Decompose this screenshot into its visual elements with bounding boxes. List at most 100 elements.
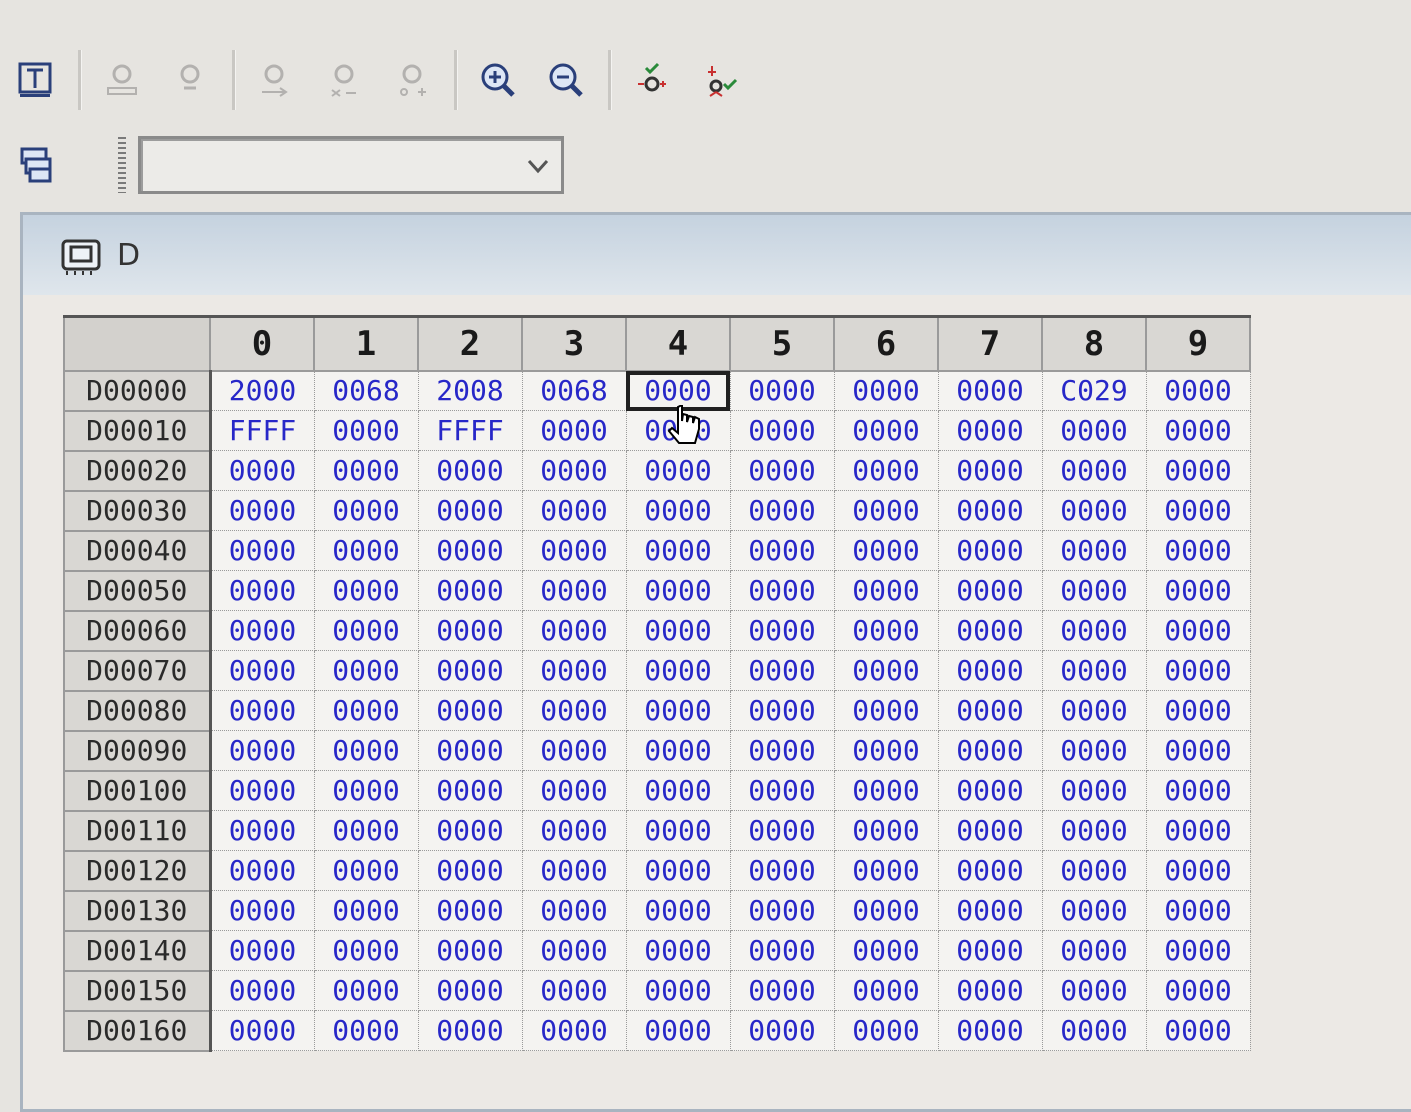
register-value-cell[interactable]: 0000 — [521, 610, 627, 651]
register-value-cell[interactable]: 0000 — [1145, 450, 1251, 491]
register-value-cell[interactable]: 0000 — [937, 730, 1043, 771]
register-value-cell[interactable]: 0000 — [833, 410, 939, 451]
register-value-cell[interactable]: 0000 — [521, 970, 627, 1011]
register-value-cell[interactable]: 0000 — [625, 1010, 731, 1051]
register-value-cell[interactable]: 0000 — [937, 490, 1043, 531]
register-value-cell[interactable]: 0000 — [833, 530, 939, 571]
register-value-cell[interactable]: 0000 — [833, 370, 939, 411]
register-value-cell[interactable]: 0000 — [521, 570, 627, 611]
register-value-cell[interactable]: 0000 — [1145, 1010, 1251, 1051]
register-value-cell[interactable]: 2008 — [417, 370, 523, 411]
register-value-cell[interactable]: 0000 — [1145, 410, 1251, 451]
register-value-cell[interactable]: 0000 — [417, 1010, 523, 1051]
register-value-cell[interactable]: 0000 — [1145, 690, 1251, 731]
register-value-cell[interactable]: 0000 — [417, 930, 523, 971]
watch-button-2[interactable] — [164, 54, 216, 106]
register-value-cell[interactable]: 0000 — [729, 770, 835, 811]
zoom-out-button[interactable] — [540, 54, 592, 106]
register-value-cell[interactable]: 0000 — [833, 610, 939, 651]
register-value-cell[interactable]: 0000 — [729, 610, 835, 651]
register-value-cell[interactable]: 0000 — [937, 610, 1043, 651]
chevron-down-icon[interactable] — [525, 153, 551, 179]
register-value-cell[interactable]: 0000 — [417, 770, 523, 811]
register-value-cell[interactable]: 0000 — [937, 890, 1043, 931]
register-value-cell[interactable]: 0000 — [729, 690, 835, 731]
register-value-cell[interactable]: 0000 — [313, 770, 419, 811]
register-value-cell[interactable]: 0000 — [1041, 970, 1147, 1011]
register-value-cell[interactable]: 0000 — [937, 570, 1043, 611]
register-value-cell[interactable]: 0000 — [313, 1010, 419, 1051]
register-value-cell[interactable]: 0000 — [1145, 650, 1251, 691]
register-value-cell[interactable]: 0000 — [625, 730, 731, 771]
register-value-cell[interactable]: 0000 — [729, 970, 835, 1011]
register-value-cell[interactable]: 0000 — [209, 770, 315, 811]
register-value-cell[interactable]: 0000 — [521, 930, 627, 971]
register-value-cell[interactable]: 0000 — [209, 610, 315, 651]
register-value-cell[interactable]: 0000 — [833, 450, 939, 491]
register-value-cell[interactable]: 0000 — [521, 890, 627, 931]
register-value-cell[interactable]: 0000 — [833, 930, 939, 971]
register-value-cell[interactable]: 0000 — [209, 650, 315, 691]
register-value-cell[interactable]: 0000 — [209, 450, 315, 491]
register-value-cell[interactable]: 0000 — [833, 890, 939, 931]
register-value-cell[interactable]: 0000 — [729, 650, 835, 691]
register-value-cell[interactable]: 0000 — [417, 850, 523, 891]
register-value-cell[interactable]: 0000 — [521, 770, 627, 811]
register-value-cell[interactable]: 0000 — [417, 490, 523, 531]
register-value-cell[interactable]: 0000 — [209, 570, 315, 611]
register-value-cell[interactable]: 0000 — [1041, 650, 1147, 691]
register-value-cell[interactable]: 0000 — [729, 890, 835, 931]
register-value-cell[interactable]: 0000 — [209, 490, 315, 531]
register-value-cell[interactable]: 0000 — [313, 890, 419, 931]
register-value-cell[interactable]: 0000 — [209, 690, 315, 731]
register-value-cell[interactable]: 0000 — [521, 850, 627, 891]
register-value-cell[interactable]: 0000 — [729, 730, 835, 771]
register-value-cell[interactable]: 0000 — [937, 690, 1043, 731]
register-value-cell[interactable]: 0000 — [1145, 810, 1251, 851]
register-value-cell[interactable]: 0000 — [417, 730, 523, 771]
register-value-cell[interactable]: 0000 — [1041, 770, 1147, 811]
register-value-cell[interactable]: 0000 — [937, 450, 1043, 491]
monitor-button-2[interactable] — [318, 54, 370, 106]
register-value-cell[interactable]: 0000 — [209, 930, 315, 971]
register-value-cell[interactable]: 0000 — [1041, 410, 1147, 451]
register-value-cell[interactable]: 0000 — [417, 530, 523, 571]
register-value-cell[interactable]: 0000 — [313, 410, 419, 451]
register-value-cell[interactable]: 0000 — [833, 570, 939, 611]
register-value-cell[interactable]: 0000 — [1041, 930, 1147, 971]
register-value-cell[interactable]: FFFF — [417, 410, 523, 451]
register-value-cell[interactable]: 0000 — [521, 810, 627, 851]
text-mode-button[interactable] — [10, 54, 62, 106]
monitor-button-3[interactable] — [386, 54, 438, 106]
register-value-cell[interactable]: 0000 — [729, 1010, 835, 1051]
register-value-cell[interactable]: 0000 — [625, 930, 731, 971]
register-value-cell[interactable]: 0000 — [729, 810, 835, 851]
register-value-cell[interactable]: 0000 — [417, 450, 523, 491]
register-value-cell[interactable]: 0000 — [937, 930, 1043, 971]
register-value-cell[interactable]: 0000 — [729, 490, 835, 531]
register-value-cell[interactable]: 0000 — [313, 730, 419, 771]
register-value-cell[interactable]: 0000 — [1041, 730, 1147, 771]
register-value-cell[interactable]: 0000 — [729, 530, 835, 571]
register-value-cell[interactable]: 0000 — [833, 850, 939, 891]
register-value-cell[interactable]: 0000 — [1041, 570, 1147, 611]
register-value-cell[interactable]: 0000 — [209, 530, 315, 571]
register-value-cell[interactable]: 0000 — [833, 970, 939, 1011]
register-value-cell[interactable]: 0000 — [417, 810, 523, 851]
register-value-cell[interactable]: 0000 — [625, 570, 731, 611]
register-value-cell[interactable]: 0000 — [1041, 1010, 1147, 1051]
register-value-cell[interactable]: 0000 — [1041, 610, 1147, 651]
register-value-cell[interactable]: 0000 — [521, 410, 627, 451]
register-value-cell[interactable]: 0000 — [833, 730, 939, 771]
register-value-cell[interactable]: 0000 — [625, 890, 731, 931]
register-value-cell[interactable]: 0000 — [937, 970, 1043, 1011]
register-value-cell[interactable]: 0000 — [209, 970, 315, 1011]
register-value-cell[interactable]: 0000 — [313, 970, 419, 1011]
register-value-cell[interactable]: 0000 — [1145, 930, 1251, 971]
register-value-cell[interactable]: 0000 — [1145, 570, 1251, 611]
register-value-cell[interactable]: 0000 — [1145, 490, 1251, 531]
register-value-cell[interactable]: 0000 — [625, 610, 731, 651]
register-value-cell[interactable]: 0000 — [1041, 490, 1147, 531]
register-value-cell[interactable]: 0000 — [209, 890, 315, 931]
register-value-cell[interactable]: 0000 — [833, 1010, 939, 1051]
